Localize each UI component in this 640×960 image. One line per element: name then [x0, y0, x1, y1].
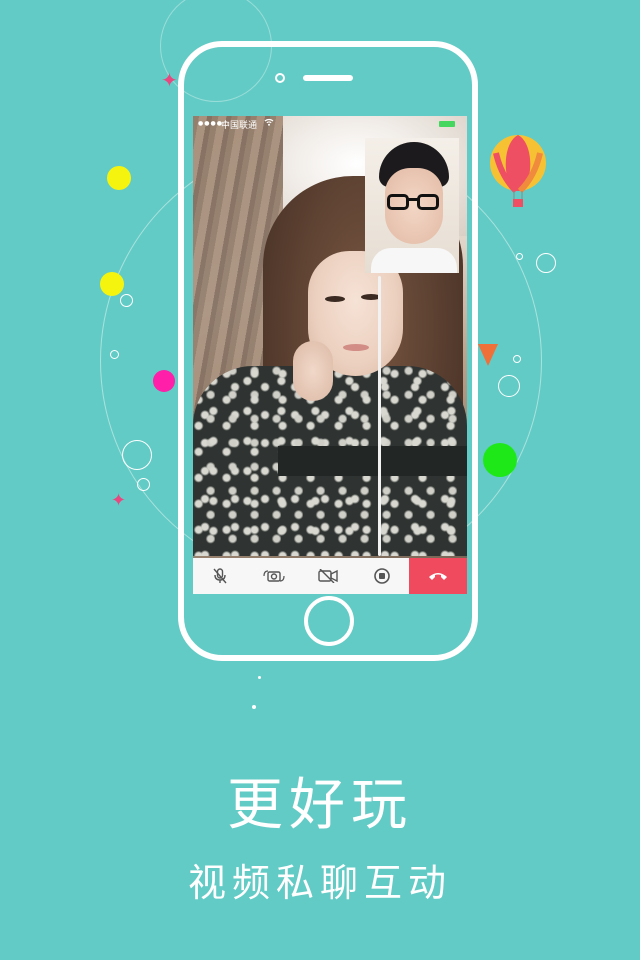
decorative-dot — [258, 676, 261, 679]
decorative-small-ring — [110, 350, 119, 359]
mute-mic-button[interactable] — [193, 558, 247, 594]
phone-speaker — [303, 75, 353, 81]
record-icon — [374, 568, 390, 584]
decorative-sparkle-icon: ✦ — [161, 68, 178, 92]
video-off-icon — [318, 569, 338, 583]
decorative-small-ring — [498, 375, 520, 397]
glasses-right-lens — [417, 194, 439, 210]
lips — [343, 344, 369, 351]
hot-air-balloon-icon — [490, 135, 546, 207]
sweater-band — [278, 446, 467, 476]
decorative-small-ring — [120, 294, 133, 307]
video-call-screen: ●●●●○ 中国联通 — [193, 116, 467, 594]
home-button[interactable] — [304, 596, 354, 646]
call-control-bar — [193, 558, 467, 594]
record-button[interactable] — [355, 558, 409, 594]
mic-off-icon — [213, 568, 227, 584]
earphone-cable — [378, 276, 381, 556]
decorative-small-ring — [536, 253, 556, 273]
phone-camera-icon — [275, 73, 285, 83]
decorative-small-ring — [513, 355, 521, 363]
decorative-small-ring — [122, 440, 152, 470]
glasses-bridge — [408, 198, 418, 201]
wifi-icon — [264, 118, 274, 129]
decorative-dot-yellow — [100, 272, 124, 296]
decorative-dot-green — [483, 443, 517, 477]
camera-switch-icon — [263, 569, 285, 583]
decorative-dot-magenta — [153, 370, 175, 392]
decorative-sparkle-icon: ✦ — [111, 490, 127, 511]
status-bar: ●●●●○ 中国联通 — [193, 116, 467, 132]
eye-left — [325, 296, 345, 302]
video-off-button[interactable] — [301, 558, 355, 594]
decorative-dot-yellow — [107, 166, 131, 190]
promo-title: 更好玩 — [227, 773, 413, 838]
decorative-gem-icon — [478, 344, 498, 366]
phone-hangup-icon — [428, 571, 448, 581]
hand — [293, 341, 333, 401]
carrier-name: 中国联通 — [221, 121, 258, 131]
promo-subtitle: 视频私聊互动 — [187, 861, 452, 905]
decorative-dot — [252, 705, 256, 709]
switch-camera-button[interactable] — [247, 558, 301, 594]
hang-up-button[interactable] — [409, 558, 467, 594]
local-video-preview[interactable] — [365, 138, 459, 273]
decorative-small-ring — [516, 253, 523, 260]
decorative-small-ring — [137, 478, 150, 491]
battery-icon — [439, 121, 455, 127]
local-video-subject-shirt — [371, 248, 457, 273]
glasses-left-lens — [387, 194, 409, 210]
